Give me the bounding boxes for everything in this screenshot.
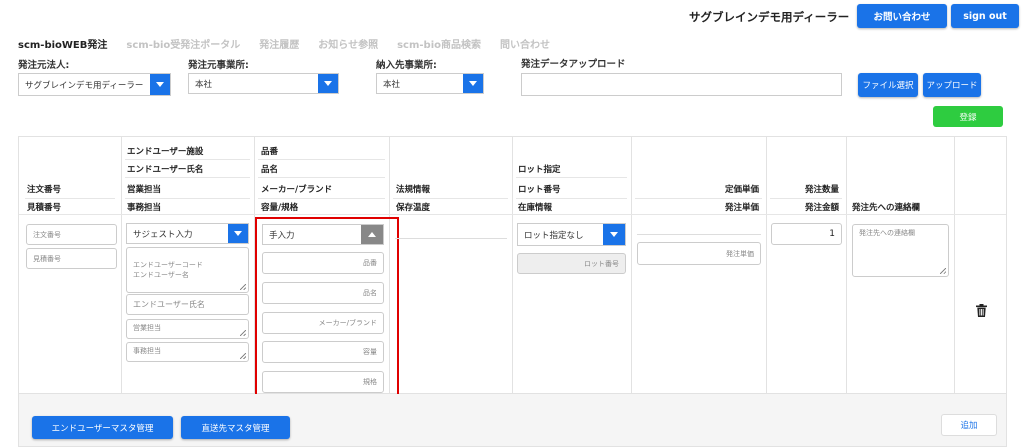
header-enduser-name: エンドユーザー氏名 <box>127 165 204 175</box>
add-button[interactable]: 追加 <box>941 414 997 436</box>
column-divider <box>631 137 632 393</box>
clerk-placeholder: 事務担当 <box>133 347 161 355</box>
header-maker: メーカー/ブランド <box>261 185 333 195</box>
header-product-name: 品名 <box>261 165 279 175</box>
chevron-down-icon <box>228 224 248 243</box>
header-subline <box>125 159 250 160</box>
order-no-input[interactable]: 注文番号 <box>26 224 117 245</box>
nav-item-product-search[interactable]: scm-bio商品検索 <box>397 36 481 51</box>
header-subline <box>516 177 627 178</box>
header-lot-spec: ロット指定 <box>518 165 561 175</box>
sales-textarea[interactable]: 営業担当 <box>126 319 249 339</box>
chevron-down-icon <box>603 224 625 245</box>
header-subline <box>258 177 385 178</box>
column-divider <box>846 137 847 393</box>
header-note: 発注先への連絡欄 <box>852 203 921 213</box>
header-subline <box>125 198 250 199</box>
upload-button[interactable]: アップロード <box>923 73 981 97</box>
chevron-down-icon <box>318 74 338 93</box>
quantity-input[interactable]: 1 <box>771 223 842 245</box>
nav-item-portal[interactable]: scm-bio受発注ポータル <box>126 36 240 51</box>
header-capacity-spec: 容量/規格 <box>261 203 299 213</box>
header-estimate-no: 見積番号 <box>27 203 62 213</box>
highlight-box <box>255 217 399 409</box>
chevron-down-icon <box>463 74 483 93</box>
enduser-code-textarea[interactable]: エンドユーザーコード エンドユーザー名 <box>126 247 249 293</box>
header-lot-no: ロット番号 <box>518 185 561 195</box>
column-divider <box>954 137 955 393</box>
source-office-label: 発注元事業所: <box>188 60 249 71</box>
file-select-button[interactable]: ファイル選択 <box>858 73 918 97</box>
nav-item-web-order[interactable]: scm-bioWEB発注 <box>18 36 107 51</box>
upload-label: 発注データアップロード <box>521 59 626 70</box>
enduser-master-button[interactable]: エンドユーザーマスタ管理 <box>32 416 173 439</box>
header-storage-temp: 保存温度 <box>396 203 431 213</box>
source-office-select[interactable]: 本社 <box>188 73 339 94</box>
header-unit-price: 発注単価 <box>724 203 759 213</box>
header-stock-info: 在庫情報 <box>518 203 553 213</box>
lot-select-value: ロット指定なし <box>524 230 584 241</box>
regulation-placeholder-line <box>395 238 507 239</box>
header-subline <box>393 198 508 199</box>
header-amount: 発注金額 <box>804 203 839 213</box>
header-quantity: 発注数量 <box>804 185 839 195</box>
header-subline <box>770 198 842 199</box>
header-clerk: 事務担当 <box>127 203 162 213</box>
signout-button[interactable]: sign out <box>951 4 1019 28</box>
suggest-select-value: サジェスト入力 <box>133 229 193 240</box>
column-divider <box>512 137 513 393</box>
delivery-office-select[interactable]: 本社 <box>376 73 484 94</box>
contact-button[interactable]: お問い合わせ <box>857 4 947 28</box>
resize-handle-icon[interactable] <box>240 353 246 359</box>
register-button[interactable]: 登録 <box>933 106 1003 127</box>
sales-placeholder: 営業担当 <box>133 324 161 332</box>
header-order-no: 注文番号 <box>27 185 62 195</box>
header-subline <box>635 198 762 199</box>
nav-item-notices[interactable]: お知らせ参照 <box>318 36 378 51</box>
unit-price-input[interactable]: 発注単価 <box>637 242 761 265</box>
note-textarea[interactable]: 発注先への連絡欄 <box>852 224 949 277</box>
source-company-label: 発注元法人: <box>18 60 70 71</box>
header-sales: 営業担当 <box>127 185 162 195</box>
resize-handle-icon[interactable] <box>240 330 246 336</box>
resize-handle-icon[interactable] <box>240 284 246 290</box>
header-subline <box>25 198 115 199</box>
header-subline <box>258 198 385 199</box>
trash-icon[interactable] <box>976 302 987 321</box>
suggest-select[interactable]: サジェスト入力 <box>126 223 249 244</box>
upload-file-input[interactable] <box>521 73 842 96</box>
lot-select[interactable]: ロット指定なし <box>517 223 626 246</box>
header-subline <box>258 159 385 160</box>
resize-handle-icon[interactable] <box>940 268 946 274</box>
header-subline <box>125 177 250 178</box>
header-divider <box>19 214 1006 215</box>
enduser-code-placeholder: エンドユーザーコード エンドユーザー名 <box>133 261 203 279</box>
source-company-select[interactable]: サグブレインデモ用ディーラー <box>18 73 171 96</box>
source-company-value: サグブレインデモ用ディーラー <box>25 80 144 91</box>
nav-item-inquiry[interactable]: 問い合わせ <box>500 36 550 51</box>
dealer-name: サグブレインデモ用ディーラー <box>689 10 850 24</box>
column-divider <box>121 137 122 393</box>
column-divider <box>766 137 767 393</box>
note-placeholder: 発注先への連絡欄 <box>859 229 915 237</box>
order-table: 注文番号 見積番号 エンドユーザー施設 エンドユーザー氏名 営業担当 事務担当 … <box>18 136 1007 409</box>
delivery-office-value: 本社 <box>383 79 401 90</box>
delivery-master-button[interactable]: 直送先マスタ管理 <box>181 416 290 439</box>
nav-item-history[interactable]: 発注履歴 <box>259 36 299 51</box>
list-price-placeholder-line <box>637 234 761 235</box>
lot-no-input: ロット番号 <box>517 253 626 274</box>
delivery-office-label: 納入先事業所: <box>376 60 437 71</box>
header-list-price: 定価単価 <box>724 185 759 195</box>
source-office-value: 本社 <box>195 79 213 90</box>
header-subline <box>516 198 627 199</box>
enduser-name-input[interactable]: エンドユーザー氏名 <box>126 294 249 315</box>
estimate-no-input[interactable]: 見積番号 <box>26 248 117 269</box>
chevron-down-icon <box>150 74 170 95</box>
main-nav: scm-bioWEB発注 scm-bio受発注ポータル 発注履歴 お知らせ参照 … <box>18 36 550 51</box>
clerk-textarea[interactable]: 事務担当 <box>126 342 249 362</box>
header-enduser-facility: エンドユーザー施設 <box>127 147 204 157</box>
header-part-no: 品番 <box>261 147 279 157</box>
header-regulation: 法規情報 <box>396 185 431 195</box>
